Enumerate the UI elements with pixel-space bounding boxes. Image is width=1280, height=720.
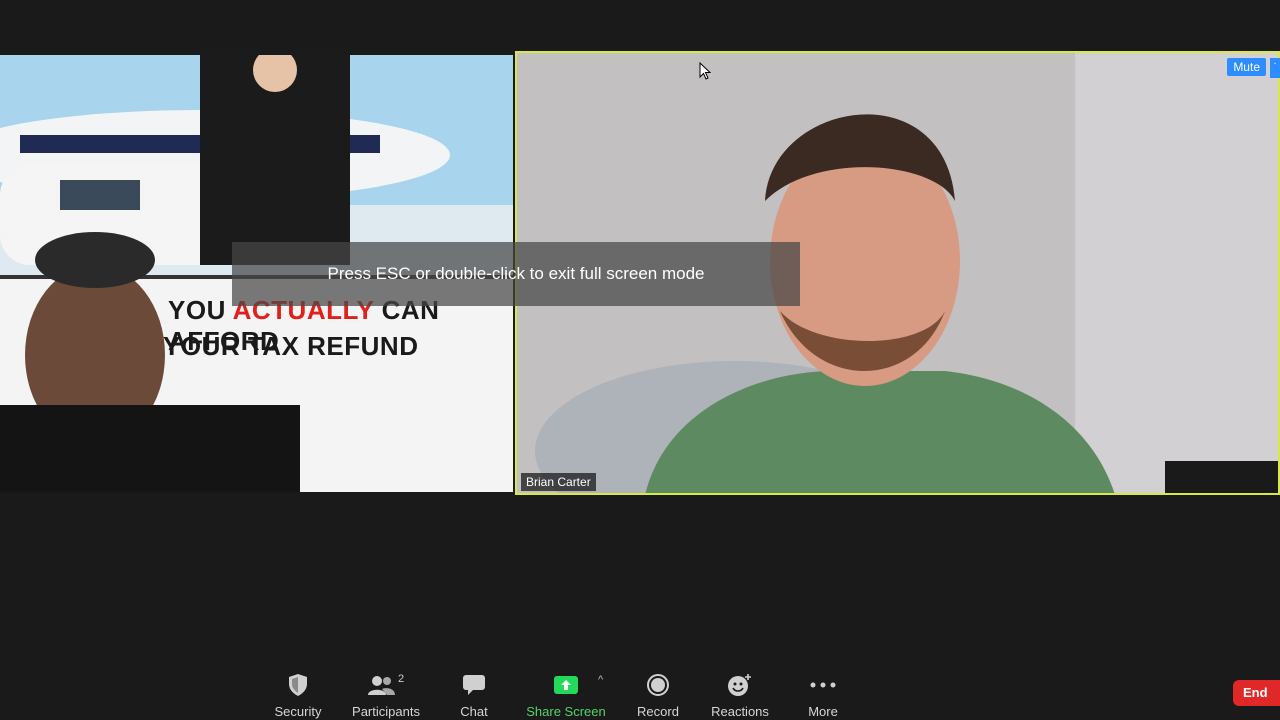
mute-participant-button[interactable]: Mute — [1227, 58, 1266, 76]
ellipsis-icon: · — [1273, 58, 1277, 69]
fullscreen-exit-toast: Press ESC or double-click to exit full s… — [232, 242, 800, 306]
participants-button[interactable]: 2 Participants — [346, 672, 426, 719]
more-button[interactable]: More — [783, 672, 863, 719]
shield-icon — [289, 674, 307, 696]
participants-count-badge: 2 — [397, 673, 405, 685]
arrow-up-icon — [561, 680, 571, 690]
reactions-smiley-icon — [728, 674, 751, 696]
more-label: More — [808, 704, 838, 719]
share-options-caret-icon[interactable]: ^ — [598, 674, 603, 686]
share-screen-label: Share Screen — [526, 704, 606, 719]
meeting-toolbar: Security 2 Participants Chat Share Scree… — [0, 660, 1280, 720]
record-icon — [647, 674, 669, 696]
reactions-label: Reactions — [711, 704, 769, 719]
security-button[interactable]: Security — [258, 672, 338, 719]
chat-label: Chat — [460, 704, 488, 719]
participant-name-label: Brian Carter — [521, 473, 596, 491]
participants-icon — [367, 676, 395, 695]
mouse-cursor-icon — [699, 62, 711, 80]
more-dots-icon — [810, 682, 836, 688]
share-screen-icon — [554, 676, 578, 694]
end-meeting-button[interactable]: End — [1233, 680, 1280, 706]
chat-button[interactable]: Chat — [434, 672, 514, 719]
record-button[interactable]: Record — [618, 672, 698, 719]
chat-bubble-icon — [463, 675, 485, 695]
record-label: Record — [637, 704, 679, 719]
banner-line-2: YOUR TAX REFUND — [163, 331, 419, 361]
tile-more-options-button[interactable]: · — [1270, 58, 1280, 78]
participants-label: Participants — [352, 704, 420, 719]
share-screen-button[interactable]: Share Screen — [526, 672, 606, 719]
reactions-button[interactable]: Reactions — [700, 672, 780, 719]
security-label: Security — [274, 704, 322, 719]
toast-text: Press ESC or double-click to exit full s… — [327, 264, 705, 283]
